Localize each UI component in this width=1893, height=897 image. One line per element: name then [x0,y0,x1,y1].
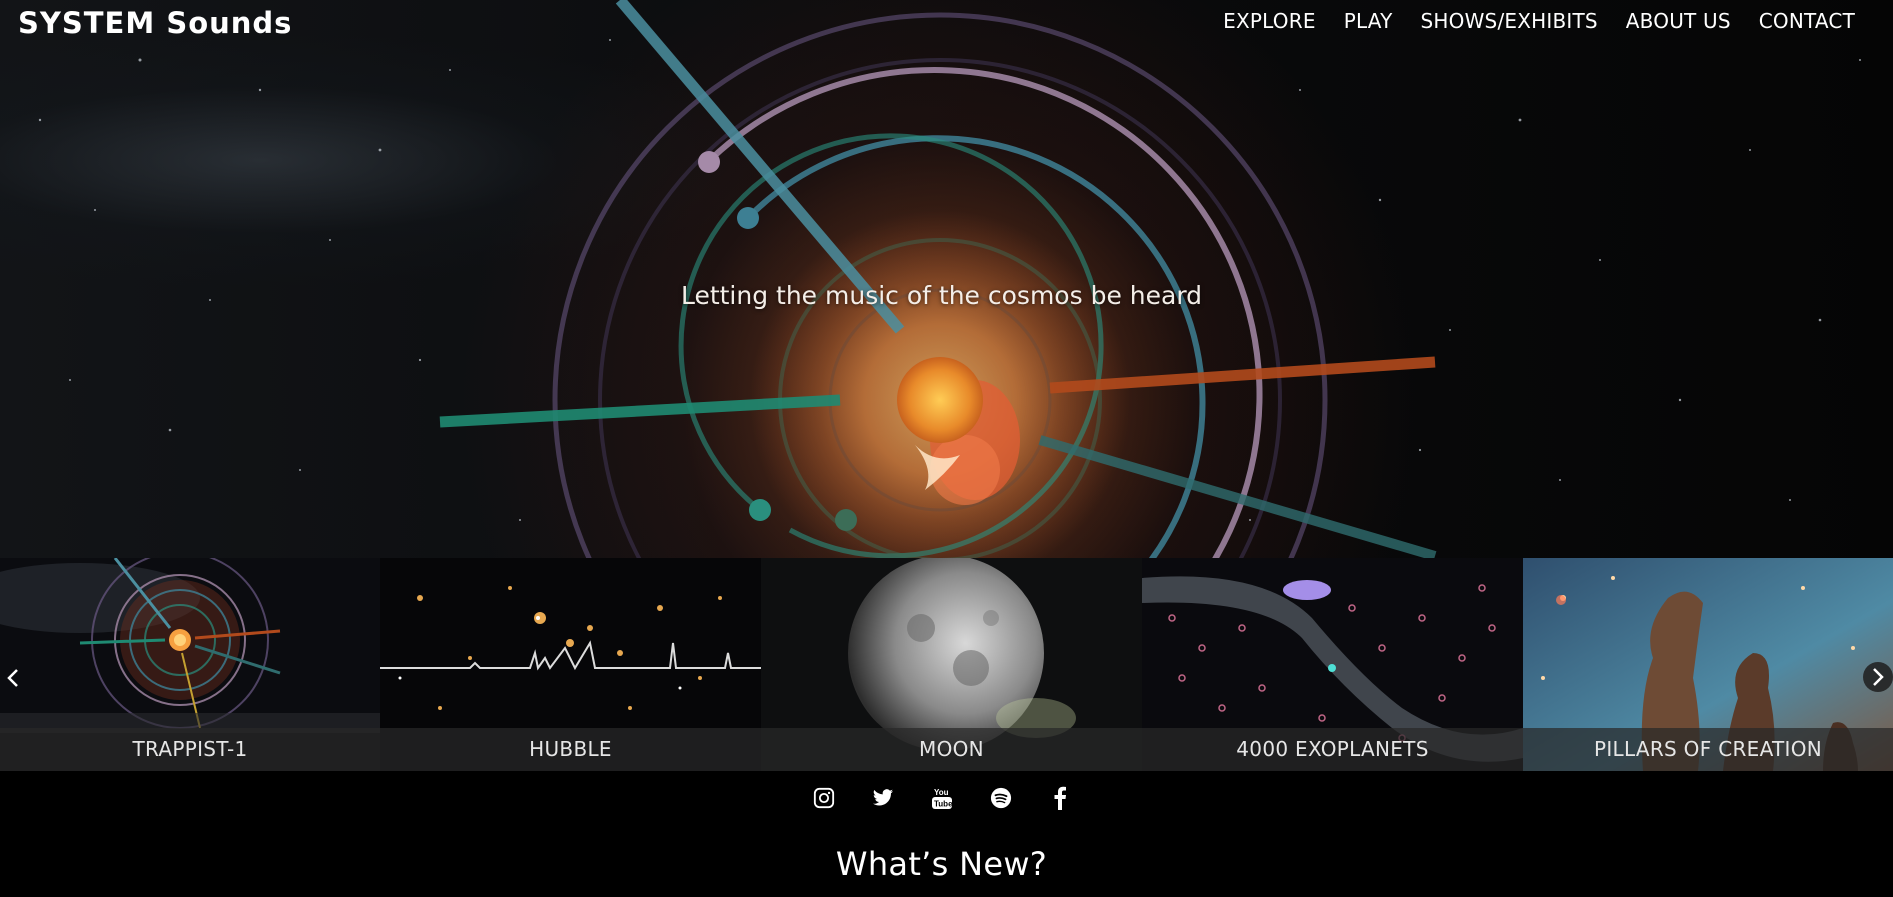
youtube-icon: You Tube [931,788,953,809]
instagram-link[interactable] [812,786,836,810]
whats-new-heading: What’s New? [835,845,1048,883]
youtube-link[interactable]: You Tube [930,786,954,810]
carousel-item-label: 4000 EXOPLANETS [1142,728,1523,771]
carousel-item-label: HUBBLE [380,728,761,771]
carousel-item-pillars-of-creation[interactable]: PILLARS OF CREATION [1523,558,1893,771]
carousel-item-label: PILLARS OF CREATION [1523,728,1893,771]
carousel-prev-button[interactable] [0,663,26,693]
twitter-link[interactable] [871,786,895,810]
social-links: You Tube [0,786,1883,810]
site-logo[interactable]: SYSTEM Sounds [18,6,292,40]
instagram-icon [813,787,834,809]
carousel-item-4000-exoplanets[interactable]: 4000 EXOPLANETS [1142,558,1523,771]
carousel-item-label: TRAPPIST-1 [0,728,380,771]
hero-banner: SYSTEM Sounds EXPLORE PLAY SHOWS/EXHIBIT… [0,0,1893,558]
twitter-icon [872,789,893,806]
svg-text:You: You [934,788,949,797]
svg-text:Tube: Tube [934,800,953,809]
spotify-link[interactable] [989,786,1013,810]
nav-explore[interactable]: EXPLORE [1223,9,1316,33]
spotify-icon [990,787,1011,809]
project-carousel: TRAPPIST-1 HUBBLE MOON 4000 EXOPLANETS P… [0,558,1893,771]
carousel-item-trappist-1[interactable]: TRAPPIST-1 [0,558,380,771]
nav-shows-exhibits[interactable]: SHOWS/EXHIBITS [1421,9,1598,33]
nav-contact[interactable]: CONTACT [1759,9,1855,33]
orbit-animation [38,0,1861,558]
chevron-right-icon [1873,668,1884,686]
carousel-item-moon[interactable]: MOON [761,558,1142,771]
hero-tagline: Letting the music of the cosmos be heard [680,281,1203,310]
carousel-next-button[interactable] [1863,662,1893,692]
nav-about-us[interactable]: ABOUT US [1626,9,1731,33]
facebook-link[interactable] [1048,786,1072,810]
nav-play[interactable]: PLAY [1344,9,1393,33]
facebook-icon [1054,786,1066,810]
main-nav: EXPLORE PLAY SHOWS/EXHIBITS ABOUT US CON… [1223,9,1855,33]
carousel-item-label: MOON [761,728,1142,771]
carousel-item-hubble[interactable]: HUBBLE [380,558,761,771]
chevron-left-icon [7,669,18,687]
